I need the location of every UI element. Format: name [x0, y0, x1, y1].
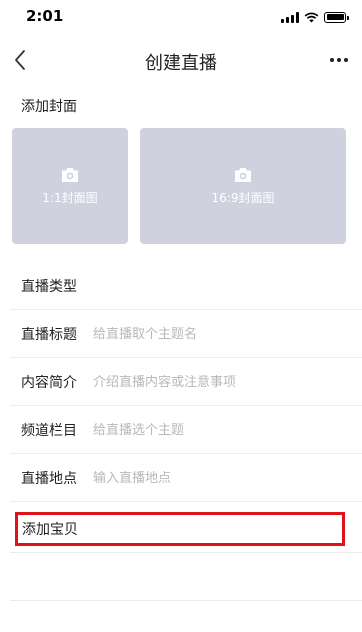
location-label: 直播地点 — [21, 471, 77, 487]
channel-row: 频道栏目 — [0, 406, 362, 454]
add-product-button[interactable]: 添加宝贝 — [15, 512, 345, 546]
cover-1-1-label: 1:1封面图 — [42, 190, 98, 205]
channel-input[interactable] — [93, 422, 333, 438]
cover-16-9-upload[interactable]: 16:9封面图 — [140, 128, 346, 244]
camera-icon — [62, 167, 78, 182]
signal-icon — [281, 11, 299, 23]
intro-input[interactable] — [93, 374, 333, 390]
camera-icon — [235, 167, 251, 182]
status-icons — [281, 11, 349, 23]
live-title-label: 直播标题 — [21, 327, 77, 343]
live-type-row[interactable]: 直播类型 — [0, 262, 362, 310]
live-title-input[interactable] — [93, 326, 333, 342]
wifi-icon — [304, 12, 319, 22]
status-time: 2:01 — [26, 7, 64, 25]
add-product-label: 添加宝贝 — [22, 522, 78, 538]
intro-label: 内容简介 — [21, 375, 77, 391]
navigation-bar: 创建直播 — [0, 38, 362, 82]
more-button[interactable] — [324, 48, 354, 72]
location-row: 直播地点 — [0, 454, 362, 502]
cover-section-label: 添加封面 — [21, 99, 77, 115]
location-input[interactable] — [93, 470, 333, 486]
divider — [10, 552, 362, 553]
battery-icon — [324, 11, 349, 23]
page-title: 创建直播 — [145, 53, 217, 74]
channel-label: 频道栏目 — [21, 423, 77, 439]
live-title-row: 直播标题 — [0, 310, 362, 358]
cover-1-1-upload[interactable]: 1:1封面图 — [12, 128, 128, 244]
cover-16-9-label: 16:9封面图 — [211, 190, 275, 205]
divider — [10, 501, 362, 502]
divider — [10, 600, 362, 601]
more-dots-icon — [330, 58, 334, 62]
live-type-label: 直播类型 — [21, 279, 77, 295]
intro-row: 内容简介 — [0, 358, 362, 406]
status-bar: 2:01 — [0, 0, 362, 34]
